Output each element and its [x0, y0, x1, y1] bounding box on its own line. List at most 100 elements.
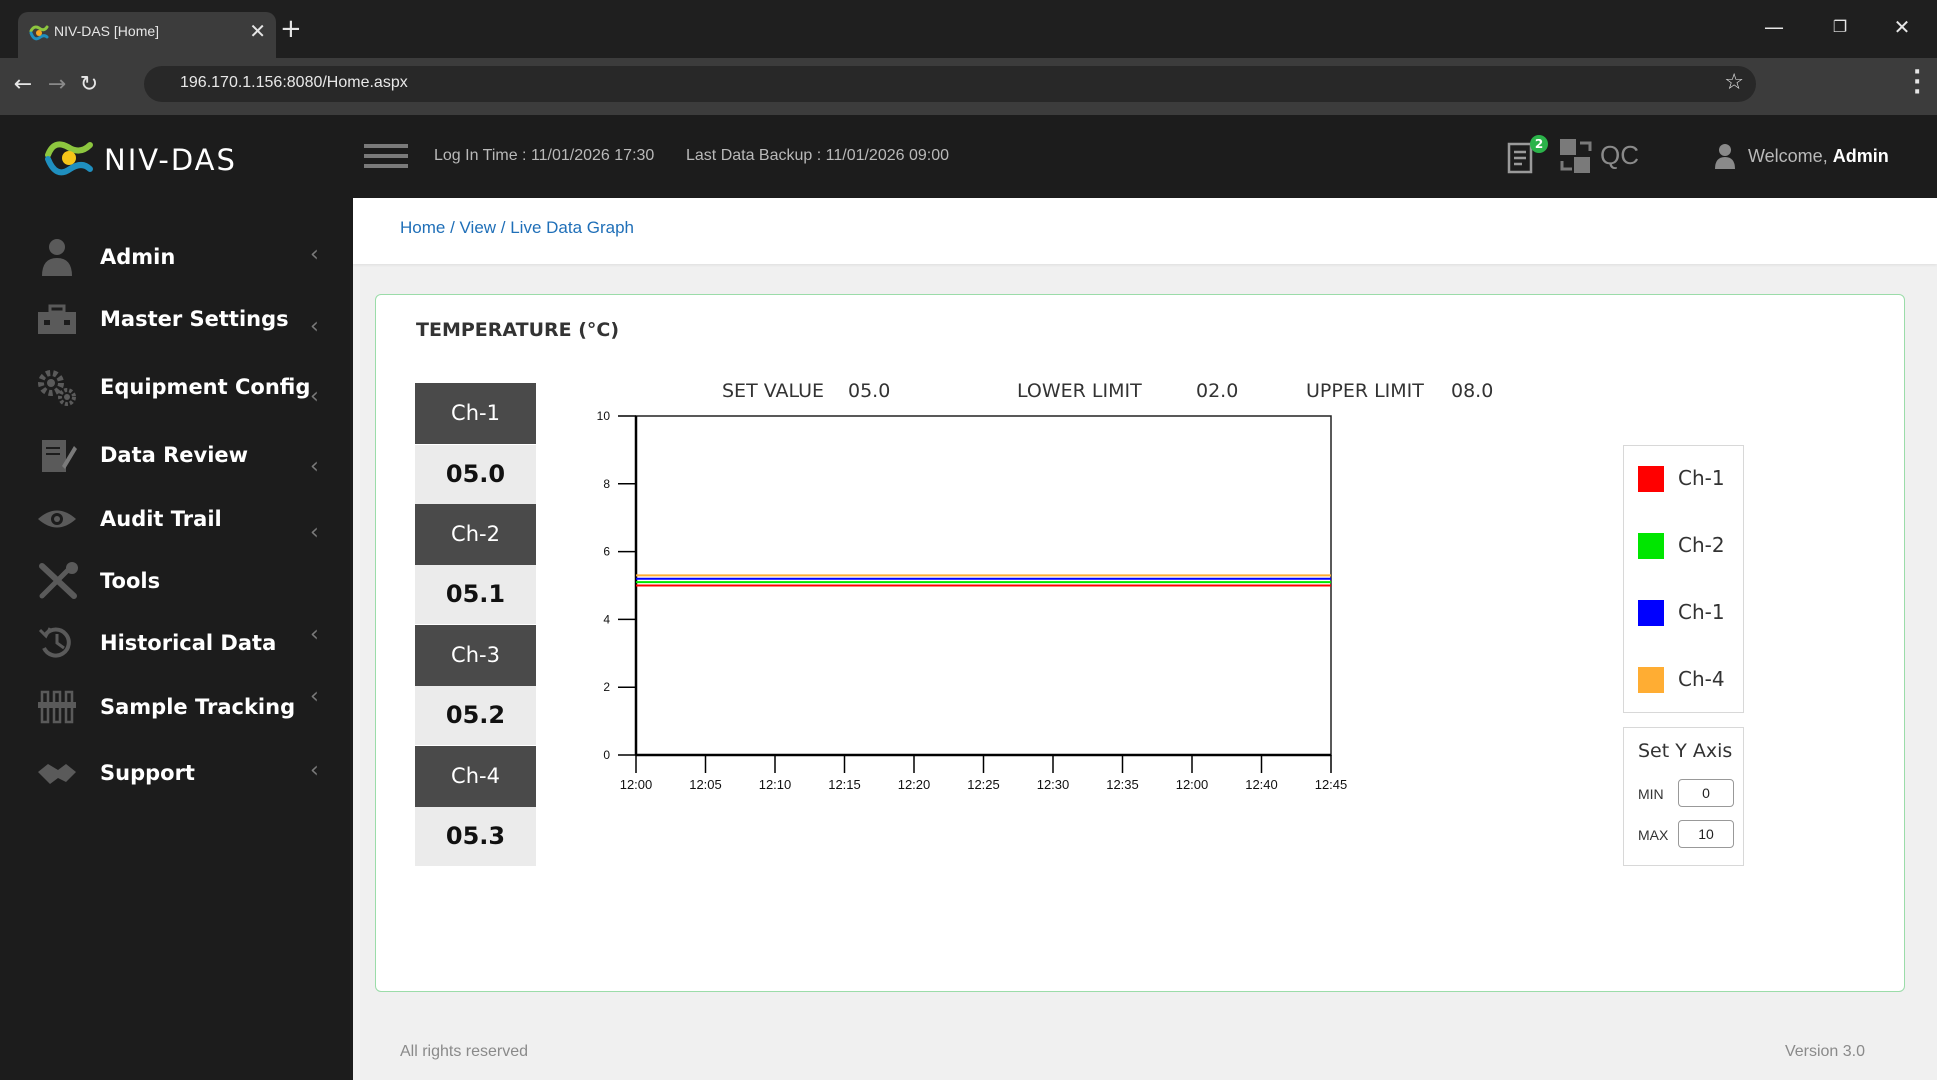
- set-y-axis-title: Set Y Axis: [1638, 740, 1733, 762]
- chevron-left-icon: ‹: [310, 622, 319, 647]
- sidebar-item-label: Tools: [100, 569, 161, 593]
- y-tick-label: 0: [603, 748, 610, 762]
- x-tick-label: 12:45: [1315, 777, 1348, 792]
- browser-menu-icon[interactable]: · · ·: [1913, 62, 1921, 104]
- legend-label: Ch-4: [1678, 667, 1725, 691]
- legend-swatch: [1638, 533, 1664, 559]
- y-tick-label: 8: [603, 477, 610, 491]
- sidebar-item-support[interactable]: Support ‹: [0, 748, 353, 798]
- y-tick-label: 6: [603, 545, 610, 559]
- breadcrumb[interactable]: Home / View / Live Data Graph: [400, 218, 634, 238]
- sidebar-item-sample-tracking[interactable]: Sample Tracking ‹: [0, 682, 353, 732]
- x-tick-label: 12:00: [620, 777, 653, 792]
- tab-title: NIV-DAS [Home]: [54, 23, 160, 39]
- brand-name: NIV-DAS: [104, 143, 237, 177]
- legend-item: Ch-2: [1624, 525, 1745, 565]
- chevron-left-icon: ‹: [310, 758, 319, 783]
- sidebar-item-historical-data[interactable]: Historical Data ‹: [0, 618, 353, 668]
- toolbox-icon: [38, 304, 76, 334]
- notifications-button[interactable]: 2: [1506, 135, 1548, 177]
- x-tick-label: 12:40: [1245, 777, 1278, 792]
- temperature-line-chart: 0 2 4 6 8 10 12:00 12:05 12:10 12:15 12:20 12:25 12:…: [597, 409, 1348, 792]
- sidebar-item-master-settings[interactable]: Master Settings ‹: [0, 294, 353, 344]
- sidebar-item-label: Equipment Config: [100, 375, 311, 399]
- address-bar[interactable]: 196.170.1.156:8080/Home.aspx ☆: [144, 66, 1756, 102]
- legend-item: Ch-1: [1624, 458, 1745, 498]
- chevron-left-icon: ‹: [310, 242, 319, 267]
- transfer-icon[interactable]: [1558, 137, 1594, 175]
- x-tick-label: 12:35: [1106, 777, 1139, 792]
- eye-icon: [38, 510, 76, 528]
- x-tick-label: 12:30: [1037, 777, 1070, 792]
- x-tick-label: 12:25: [967, 777, 1000, 792]
- sidebar: Admin ‹ Master Settings ‹ Equipment Conf…: [0, 198, 353, 1080]
- y-max-label: MAX: [1638, 827, 1669, 843]
- restore-icon[interactable]: ❐: [1818, 12, 1862, 42]
- bookmark-star-icon[interactable]: ☆: [1724, 70, 1744, 95]
- y-min-label: MIN: [1638, 786, 1664, 802]
- browser-tab[interactable]: NIV-DAS [Home] ✕: [18, 12, 276, 58]
- legend-swatch: [1638, 667, 1664, 693]
- x-tick-label: 12:05: [689, 777, 722, 792]
- welcome-user[interactable]: Welcome, Admin: [1748, 146, 1889, 167]
- sidebar-item-label: Admin: [100, 245, 176, 269]
- last-backup: Last Data Backup : 11/01/2026 09:00: [686, 147, 950, 164]
- y-tick-label: 10: [597, 409, 611, 423]
- x-tick-label: 12:00: [1176, 777, 1209, 792]
- sidebar-item-label: Sample Tracking: [100, 695, 296, 719]
- set-y-axis-box: Set Y Axis MIN MAX: [1623, 727, 1744, 866]
- chevron-left-icon: ‹: [310, 384, 319, 409]
- sidebar-item-admin[interactable]: Admin ‹: [0, 232, 353, 282]
- user-icon: [42, 239, 72, 276]
- x-tick-label: 12:15: [828, 777, 861, 792]
- back-icon[interactable]: ←: [8, 70, 38, 100]
- favicon-icon: [29, 25, 49, 41]
- qc-button[interactable]: QC: [1600, 140, 1639, 171]
- sidebar-item-label: Master Settings: [100, 307, 289, 331]
- history-icon: [38, 627, 71, 658]
- minimize-icon[interactable]: —: [1752, 12, 1796, 42]
- breadcrumb-bar: Home / View / Live Data Graph: [353, 198, 1937, 264]
- sidebar-item-audit-trail[interactable]: Audit Trail ‹: [0, 494, 353, 545]
- sidebar-item-equipment-config[interactable]: Equipment Config ‹: [0, 362, 353, 412]
- legend-label: Ch-1: [1678, 600, 1725, 624]
- sidebar-item-data-review[interactable]: Data Review ‹: [0, 430, 353, 480]
- main-content: Home / View / Live Data Graph TEMPERATUR…: [353, 198, 1937, 1080]
- sidebar-item-label: Audit Trail: [100, 507, 222, 531]
- legend-swatch: [1638, 600, 1664, 626]
- notification-badge: 2: [1530, 135, 1548, 153]
- y-max-input[interactable]: [1678, 820, 1734, 848]
- login-time: Log In Time : 11/01/2026 17:30: [434, 147, 655, 164]
- handshake-icon: [38, 764, 76, 784]
- sidebar-item-label: Support: [100, 761, 195, 785]
- legend-swatch: [1638, 466, 1664, 492]
- user-icon: [1715, 144, 1735, 169]
- y-min-input[interactable]: [1678, 779, 1734, 807]
- legend-item: Ch-1: [1624, 592, 1745, 632]
- chart-legend: Ch-1 Ch-2 Ch-1 Ch-4: [1623, 445, 1744, 713]
- browser-toolbar: ← → ↻ 196.170.1.156:8080/Home.aspx ☆ · · ·: [0, 58, 1937, 115]
- chevron-left-icon: ‹: [310, 684, 319, 709]
- new-tab-icon[interactable]: +: [280, 16, 302, 42]
- legend-item: Ch-4: [1624, 659, 1745, 699]
- chevron-left-icon: ‹: [310, 314, 319, 339]
- reload-icon[interactable]: ↻: [74, 70, 104, 100]
- sidebar-item-label: Data Review: [100, 443, 249, 467]
- tab-close-icon[interactable]: ✕: [249, 21, 266, 41]
- menu-toggle-icon[interactable]: [364, 144, 408, 170]
- welcome-prefix: Welcome,: [1748, 146, 1828, 166]
- chevron-left-icon: ‹: [310, 520, 319, 545]
- temperature-panel: TEMPERATURE (°C) Ch-1 05.0 Ch-2 05.1 Ch-…: [375, 294, 1905, 992]
- window-close-icon[interactable]: ✕: [1880, 12, 1924, 42]
- footer-version: Version 3.0: [1784, 1043, 1865, 1060]
- footer: All rights reserved Version 3.0: [353, 1026, 1937, 1080]
- forward-icon[interactable]: →: [42, 70, 72, 100]
- test-tubes-icon: [38, 690, 76, 724]
- tools-icon: [39, 562, 78, 599]
- sidebar-item-tools[interactable]: Tools: [0, 556, 353, 606]
- sidebar-item-label: Historical Data: [100, 631, 277, 655]
- x-tick-label: 12:20: [898, 777, 931, 792]
- gears-icon: [38, 370, 76, 406]
- footer-copyright: All rights reserved: [400, 1043, 529, 1060]
- edit-document-icon: [42, 440, 77, 472]
